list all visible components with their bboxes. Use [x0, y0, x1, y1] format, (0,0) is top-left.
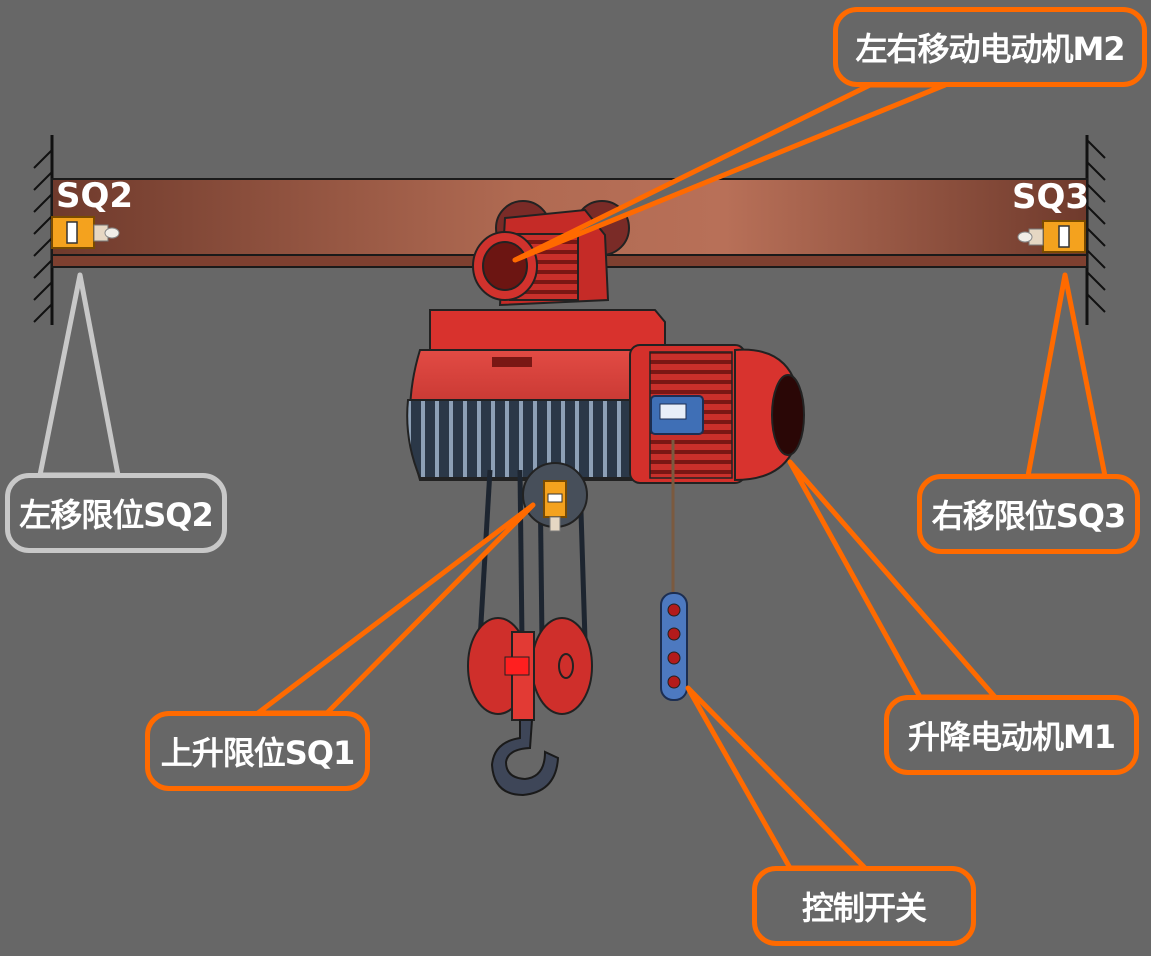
hook-block	[467, 617, 593, 721]
pointer-right-limit	[1025, 272, 1108, 479]
hoist-drum	[406, 349, 651, 481]
hoist-top-block	[429, 309, 666, 353]
callout-hoist-motor-m1: 升降电动机M1	[884, 695, 1139, 775]
sq3-label: SQ3	[1012, 177, 1090, 217]
hoist-diagram: SQ2 SQ3 左右移动电动机M2 左移限位SQ2 右移限位SQ3 上升限位SQ…	[0, 0, 1151, 952]
callout-control-switch: 控制开关	[752, 866, 976, 946]
sq2-label: SQ2	[56, 176, 134, 216]
callout-right-limit-sq3: 右移限位SQ3	[917, 474, 1140, 554]
hook	[490, 719, 560, 797]
right-wall	[1085, 135, 1106, 325]
callout-up-limit-sq1: 上升限位SQ1	[145, 711, 370, 791]
callout-travel-motor-m2: 左右移动电动机M2	[833, 7, 1147, 87]
left-wall	[33, 135, 54, 325]
callout-left-limit-sq2: 左移限位SQ2	[5, 473, 227, 553]
pointer-control-switch	[685, 685, 868, 871]
hoist-motor-m1	[629, 344, 805, 484]
